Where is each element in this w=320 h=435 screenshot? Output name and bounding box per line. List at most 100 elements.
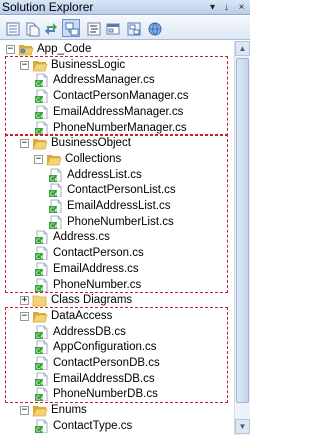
tree-item-label: EmailAddressManager.cs [53, 105, 184, 118]
open-folder-icon [32, 60, 48, 72]
tree-item-label: EmailAddress.cs [53, 262, 139, 275]
tree-file-row[interactable]: C# ContactPersonList.cs [0, 182, 233, 198]
view-code-button[interactable] [84, 19, 102, 37]
tree-item-label: AddressList.cs [67, 168, 142, 181]
tree-file-row[interactable]: C# AppConfiguration.cs [0, 339, 233, 355]
view-class-diagram-button[interactable] [124, 19, 142, 37]
tree-file-row[interactable]: C# Address.cs [0, 229, 233, 245]
collapse-icon[interactable]: − [20, 406, 29, 416]
tree-file-row[interactable]: C# AddressList.cs [0, 167, 233, 183]
open-folder-icon [32, 139, 48, 150]
dropdown-icon[interactable]: ▾ [206, 1, 219, 14]
properties-icon [6, 22, 20, 36]
csharp-file-icon: C# [35, 372, 48, 386]
csharp-file-icon: C# [35, 230, 48, 245]
collapse-icon[interactable]: − [20, 60, 29, 70]
tree-folder-row[interactable]: − BusinessObject [0, 135, 233, 151]
tree-file-row[interactable]: C# EmailAddressDB.cs [0, 371, 233, 387]
window-title: Solution Explorer [2, 0, 94, 14]
tree-item-label: PhoneNumberManager.cs [53, 121, 187, 134]
tree-file-row[interactable]: C# PhoneNumberDB.cs [0, 386, 233, 402]
tree-item-label: ContactPerson.cs [53, 247, 144, 260]
csharp-file-icon: C# [35, 121, 48, 135]
tree-item-label: Class Diagrams [51, 294, 133, 307]
expand-icon[interactable]: + [20, 296, 29, 306]
tree-item-label: AddressDB.cs [53, 325, 126, 338]
tree-item-label: ContactPersonManager.cs [53, 90, 189, 103]
svg-text:C#: C# [36, 427, 45, 433]
collapse-icon[interactable]: − [20, 139, 29, 149]
collapse-icon[interactable]: − [20, 311, 29, 321]
csharp-file-icon: C# [35, 246, 48, 261]
svg-text:C#: C# [50, 223, 59, 229]
close-icon[interactable]: × [235, 1, 248, 14]
csharp-file-icon: C# [35, 89, 48, 104]
svg-text:C#: C# [36, 129, 45, 135]
csharp-file-icon: C# [35, 73, 48, 88]
properties-button[interactable] [3, 19, 21, 37]
tree-file-row[interactable]: C# AddressManager.cs [0, 72, 233, 88]
csharp-file-icon: C# [49, 168, 62, 182]
svg-text:C#: C# [36, 333, 45, 339]
title-bar: Solution Explorer ▾ ↓ × [0, 0, 250, 15]
tree-item-label: PhoneNumberDB.cs [53, 388, 158, 401]
tree-item-label: Collections [65, 152, 122, 165]
tree-item-label: BusinessLogic [51, 58, 126, 71]
tree-file-row[interactable]: C# EmailAddressManager.cs [0, 104, 233, 120]
tree-file-row[interactable]: C# PhoneNumber.cs [0, 277, 233, 293]
copy-website-button[interactable] [145, 19, 163, 37]
folder-icon [32, 295, 47, 307]
tree-folder-row[interactable]: − Collections [0, 151, 233, 167]
svg-text:C#: C# [36, 113, 45, 119]
tree-file-row[interactable]: C# EmailAddress.cs [0, 261, 233, 277]
csharp-file-icon: C# [35, 262, 48, 276]
tree-file-row[interactable]: C# ContactPerson.cs [0, 245, 233, 261]
tree-file-row[interactable]: C# ContactPersonDB.cs [0, 355, 233, 371]
svg-text:C#: C# [36, 364, 45, 370]
solution-tree: − App_Code − BusinessLogic C# AddressManager.… [0, 41, 233, 435]
svg-text:C#: C# [36, 97, 45, 103]
tree-file-row[interactable]: C# ContactType.cs [0, 418, 233, 434]
tree-folder-row[interactable]: + Class Diagrams [0, 292, 233, 308]
svg-text:C#: C# [36, 286, 45, 292]
csharp-file-icon: C# [49, 199, 62, 213]
tree-item-label: BusinessObject [51, 137, 131, 150]
view-designer-button[interactable] [103, 19, 121, 37]
refresh-icon [45, 23, 57, 35]
tree-file-row[interactable]: C# ContactPersonManager.cs [0, 88, 233, 104]
collapse-icon[interactable]: − [6, 45, 15, 54]
toolbar [0, 16, 250, 40]
tree-item-label: ContactPersonList.cs [67, 184, 176, 197]
csharp-file-icon: C# [35, 278, 48, 292]
tree-folder-row[interactable]: − DataAccess [0, 308, 233, 324]
refresh-button[interactable] [41, 19, 59, 37]
nest-icon [65, 22, 79, 36]
csharp-file-icon: C# [35, 340, 48, 355]
tree-item-label: ContactPersonDB.cs [53, 357, 160, 369]
tree-folder-row[interactable]: − Enums [0, 402, 233, 418]
vertical-scrollbar[interactable]: ▲ ▼ [234, 41, 250, 435]
show-all-files-button[interactable] [22, 19, 40, 37]
nest-related-files-button[interactable] [62, 19, 80, 37]
tree-folder-row[interactable]: − App_Code [0, 41, 233, 57]
csharp-file-icon: C# [35, 419, 48, 433]
scroll-up-icon[interactable]: ▲ [235, 41, 250, 56]
svg-text:C#: C# [36, 380, 45, 386]
tree-file-row[interactable]: C# AddressDB.cs [0, 324, 233, 340]
collapse-icon[interactable]: − [34, 154, 43, 164]
view-designer-icon [106, 23, 120, 35]
pin-icon[interactable]: ↓ [220, 1, 233, 14]
tree-folder-row[interactable]: − BusinessLogic [0, 57, 233, 73]
tree-file-row[interactable]: C# EmailAddressList.cs [0, 198, 233, 214]
scroll-thumb[interactable] [236, 58, 249, 403]
svg-text:C#: C# [36, 270, 45, 276]
csharp-file-icon: C# [49, 183, 62, 198]
scroll-down-icon[interactable]: ▼ [235, 419, 250, 434]
tree-item-label: PhoneNumberList.cs [67, 215, 174, 228]
csharp-file-icon: C# [35, 325, 48, 339]
tree-item-label: App_Code [37, 43, 92, 55]
tree-file-row[interactable]: C# PhoneNumberList.cs [0, 214, 233, 230]
csharp-file-icon: C# [49, 215, 62, 229]
tree-item-label: AppConfiguration.cs [53, 341, 157, 354]
tree-file-row[interactable]: C# PhoneNumberManager.cs [0, 120, 233, 136]
